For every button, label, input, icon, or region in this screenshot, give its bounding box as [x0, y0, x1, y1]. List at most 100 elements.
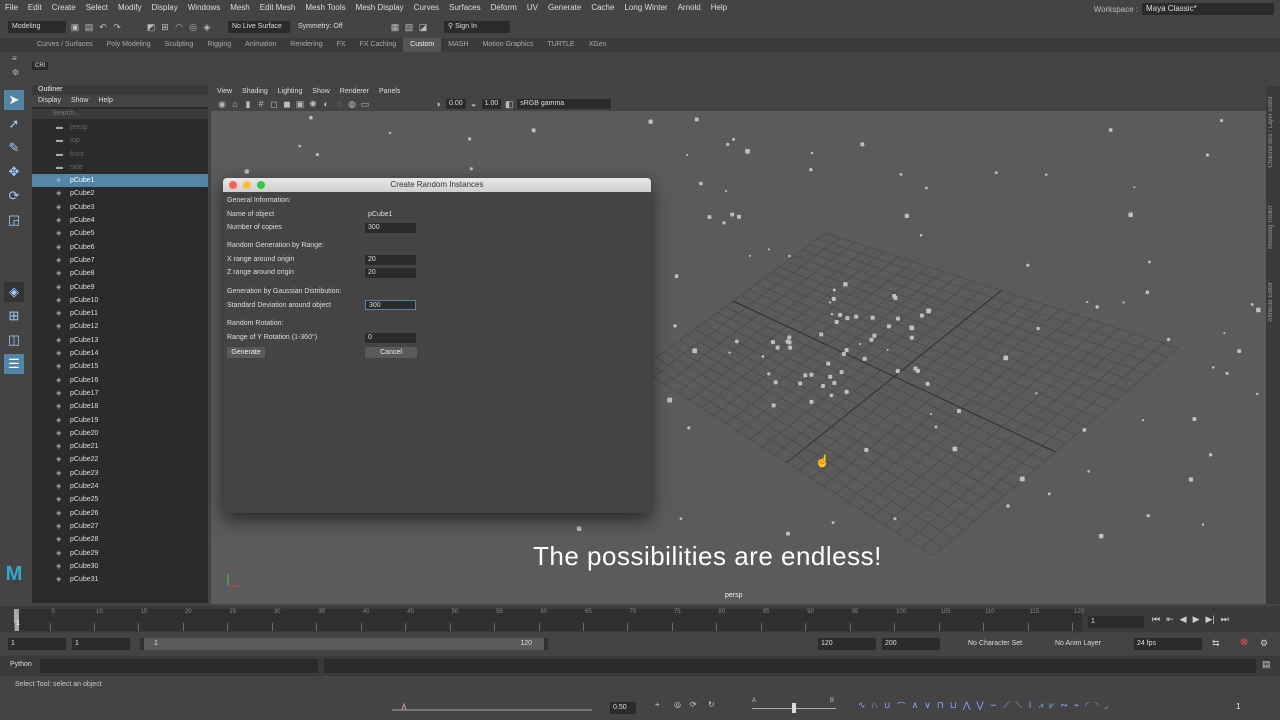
play-icon[interactable]: ▶	[1193, 614, 1200, 625]
move-tool-icon[interactable]: ✥	[4, 162, 24, 182]
menu-item-create[interactable]: Create	[47, 3, 81, 12]
anim-start-field[interactable]: 1	[8, 638, 66, 650]
gamma-field[interactable]: 1.00	[481, 99, 502, 109]
shelf-tab-motion-graphics[interactable]: Motion Graphics	[476, 38, 541, 52]
attribute-editor-tab[interactable]: Attribute Editor	[1268, 282, 1274, 322]
menu-item-cache[interactable]: Cache	[586, 3, 619, 12]
menu-item-edit[interactable]: Edit	[23, 3, 47, 12]
outliner-item-pcube21[interactable]: ◈ pCube21	[32, 440, 208, 453]
rotate-tool-icon[interactable]: ⟳	[4, 186, 24, 206]
outliner-item-pcube4[interactable]: ◈ pCube4	[32, 214, 208, 227]
workspace-dropdown[interactable]: Maya Classic*	[1142, 3, 1274, 15]
save-icon[interactable]: ▤	[84, 22, 94, 32]
curve-tool-icon[interactable]: ⩗	[1049, 700, 1054, 713]
outliner-item-pcube16[interactable]: ◈ pCube16	[32, 374, 208, 387]
curve-tool-icon[interactable]: ⋁	[976, 700, 983, 713]
color-space-dropdown[interactable]: sRGB gamma	[517, 99, 612, 109]
command-input[interactable]	[40, 659, 318, 673]
viewport-menu-show[interactable]: Show	[312, 86, 330, 97]
outliner-menu-help[interactable]: Help	[98, 95, 112, 107]
curve-tool-icon[interactable]: ⟋	[1003, 700, 1009, 713]
outliner-item-pcube2[interactable]: ◈ pCube2	[32, 187, 208, 200]
outliner-menu-show[interactable]: Show	[71, 95, 89, 107]
outliner-item-pcube20[interactable]: ◈ pCube20	[32, 427, 208, 440]
outliner-item-pcube17[interactable]: ◈ pCube17	[32, 387, 208, 400]
outliner-item-pcube28[interactable]: ◈ pCube28	[32, 533, 208, 546]
x-range-field[interactable]: 20	[365, 255, 416, 265]
sign-in-button[interactable]: ⚲ Sign In	[444, 21, 510, 33]
shelf-menu-icon[interactable]: ≡	[12, 54, 17, 63]
shelf-tab-turtle[interactable]: TURTLE	[540, 38, 581, 52]
outliner-item-pcube22[interactable]: ◈ pCube22	[32, 453, 208, 466]
curve-tool-icon[interactable]: ∾	[1060, 700, 1068, 713]
outliner-item-pcube5[interactable]: ◈ pCube5	[32, 227, 208, 240]
menu-item-help[interactable]: Help	[706, 3, 732, 12]
smooth-shade-icon[interactable]: ◼	[282, 99, 292, 109]
folder-icon[interactable]: ▣	[70, 22, 80, 32]
exposure-field[interactable]: 0.00	[446, 99, 466, 109]
go-to-start-icon[interactable]: ⏮	[1152, 614, 1160, 625]
outliner-item-pcube26[interactable]: ◈ pCube26	[32, 507, 208, 520]
step-back-icon[interactable]: ◀	[1180, 614, 1187, 625]
generate-button[interactable]: Generate	[227, 347, 265, 358]
texture-icon[interactable]: ▣	[295, 99, 305, 109]
menu-item-windows[interactable]: Windows	[183, 3, 225, 12]
viewport-menu-lighting[interactable]: Lighting	[278, 86, 303, 97]
outliner-search-input[interactable]: Search...	[32, 109, 208, 119]
snap-grid-icon[interactable]: ⊞	[160, 22, 170, 32]
std-dev-field[interactable]: 300	[365, 300, 416, 310]
layout-single-icon[interactable]: ◈	[4, 282, 24, 302]
rotate-icon[interactable]: ⟳	[690, 700, 697, 709]
menu-set-dropdown[interactable]: Modeling	[8, 21, 66, 33]
shelf-settings-icon[interactable]: ⚙	[12, 68, 19, 77]
range-slider[interactable]: 1 120	[140, 638, 548, 650]
menu-item-deform[interactable]: Deform	[486, 3, 522, 12]
copies-field[interactable]: 300	[365, 223, 416, 233]
outliner-item-pcube11[interactable]: ◈ pCube11	[32, 307, 208, 320]
script-language-label[interactable]: Python	[10, 661, 32, 668]
layout-four-icon[interactable]: ⊞	[4, 306, 24, 326]
outliner-item-pcube12[interactable]: ◈ pCube12	[32, 320, 208, 333]
snap-view-icon[interactable]: ◈	[202, 22, 212, 32]
shelf-tab-animation[interactable]: Animation	[238, 38, 283, 52]
viewport-menu-view[interactable]: View	[217, 86, 232, 97]
paint-select-icon[interactable]: ✎	[4, 138, 24, 158]
outliner-item-pcube19[interactable]: ◈ pCube19	[32, 414, 208, 427]
shelf-tab-mash[interactable]: MASH	[441, 38, 475, 52]
refresh-icon[interactable]: ↻	[708, 700, 715, 709]
snap-point-icon[interactable]: ◎	[188, 22, 198, 32]
close-window-icon[interactable]	[229, 181, 237, 189]
step-forward-icon[interactable]: ▶|	[1206, 614, 1215, 625]
outliner-item-pcube8[interactable]: ◈ pCube8	[32, 267, 208, 280]
select-mode-icon[interactable]: ◩	[146, 22, 156, 32]
name-field[interactable]: pCube1	[365, 210, 416, 220]
shelf-tab-poly-modeling[interactable]: Poly Modeling	[100, 38, 158, 52]
menu-item-curves[interactable]: Curves	[409, 3, 444, 12]
shelf-tab-xgen[interactable]: XGen	[582, 38, 614, 52]
zoom-window-icon[interactable]	[257, 181, 265, 189]
outliner-camera-side[interactable]: ▬ side	[32, 161, 208, 174]
outliner-camera-front[interactable]: ▬ front	[32, 148, 208, 161]
undo-icon[interactable]: ↶	[98, 22, 108, 32]
curve-tool-icon[interactable]: ⋀	[963, 700, 970, 713]
fps-dropdown[interactable]: 24 fps	[1134, 638, 1202, 650]
anim-layer-dropdown[interactable]: No Anim Layer	[1055, 640, 1101, 647]
render-settings-icon[interactable]: ◪	[418, 22, 428, 32]
outliner-item-pcube10[interactable]: ◈ pCube10	[32, 294, 208, 307]
y-rotation-field[interactable]: 0	[365, 333, 416, 343]
outliner-camera-top[interactable]: ▬ top	[32, 134, 208, 147]
curve-tool-icon[interactable]: ⌒	[897, 700, 906, 713]
render-icon[interactable]: ▦	[390, 22, 400, 32]
outliner-item-pcube25[interactable]: ◈ pCube25	[32, 493, 208, 506]
curve-tool-icon[interactable]: ⩘	[1038, 700, 1043, 713]
lock-icon[interactable]: ⌂	[230, 99, 240, 109]
outliner-item-pcube13[interactable]: ◈ pCube13	[32, 334, 208, 347]
curve-tool-icon[interactable]: ◜	[1085, 700, 1089, 713]
menu-item-surfaces[interactable]: Surfaces	[444, 3, 486, 12]
menu-item-generate[interactable]: Generate	[543, 3, 586, 12]
bookmark-icon[interactable]: ▮	[243, 99, 253, 109]
outliner-menu-display[interactable]: Display	[38, 95, 61, 107]
gamma-icon[interactable]: ◒	[469, 99, 479, 109]
outliner-item-pcube29[interactable]: ◈ pCube29	[32, 547, 208, 560]
modeling-toolkit-tab[interactable]: Modeling Toolkit	[1268, 206, 1274, 249]
